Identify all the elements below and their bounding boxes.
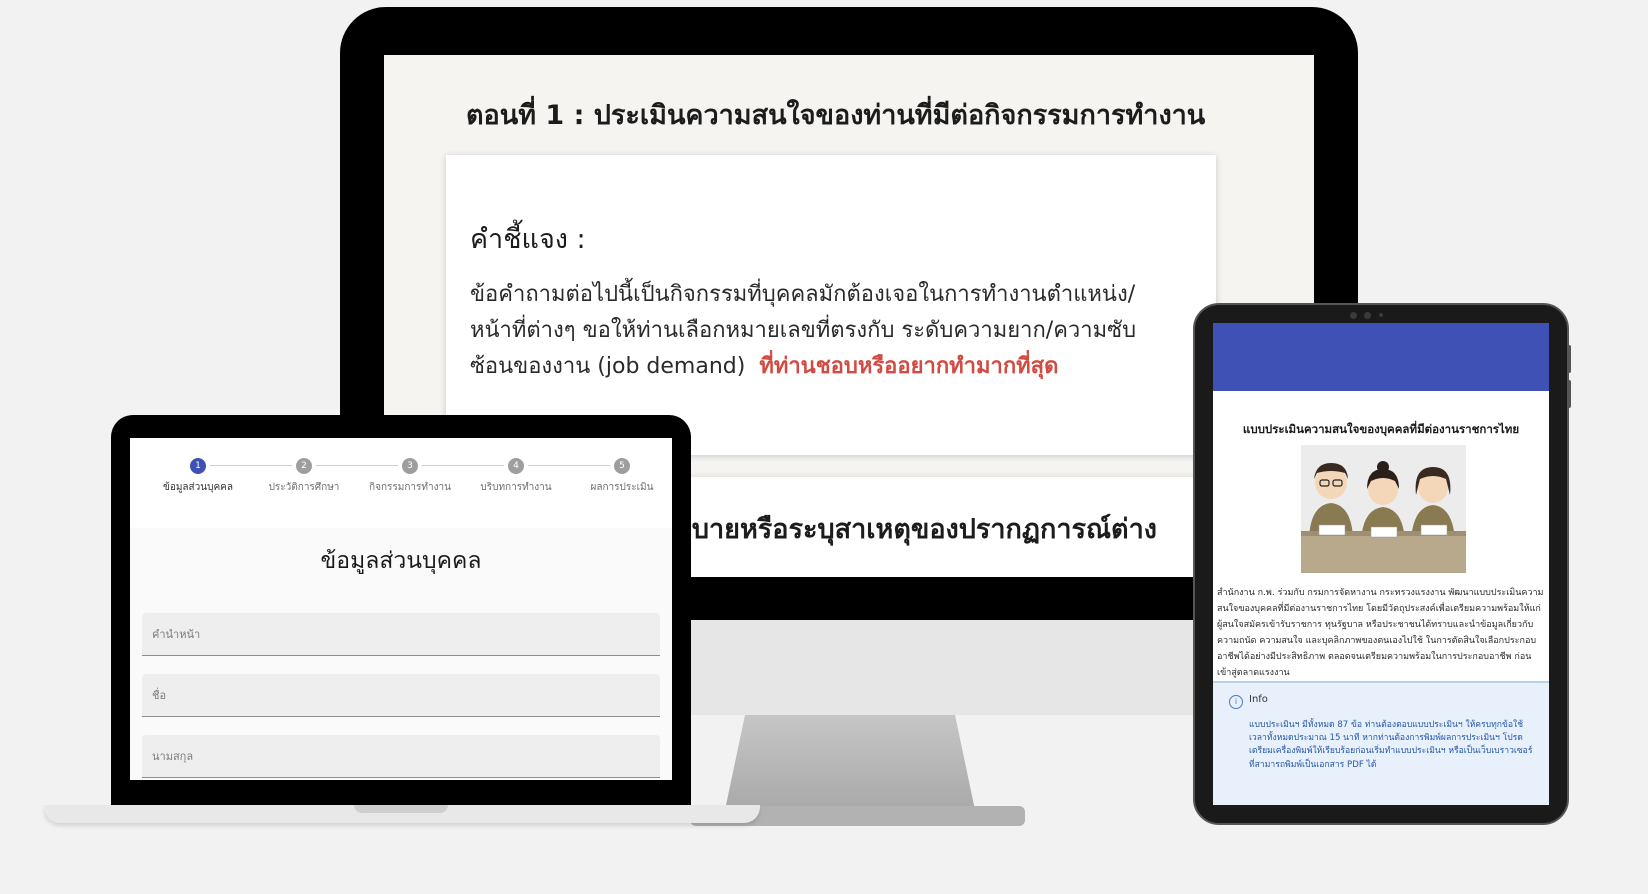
last-name-input[interactable] bbox=[142, 735, 660, 777]
info-box: i Info แบบประเมินฯ มีทั้งหมด 87 ข้อ ท่าน… bbox=[1213, 681, 1549, 805]
tablet-screen: แบบประเมินความสนใจของบุคคลที่มีต่องานราช… bbox=[1213, 323, 1549, 805]
info-text: แบบประเมินฯ มีทั้งหมด 87 ข้อ ท่านต้องตอบ… bbox=[1249, 720, 1533, 770]
laptop-notch bbox=[354, 805, 448, 813]
step-label: กิจกรรมการทำงาน bbox=[369, 482, 451, 493]
laptop-screen: 1 ข้อมูลส่วนบุคคล 2 ประวัติการศึกษา 3 กิ… bbox=[130, 438, 672, 780]
info-label: Info bbox=[1249, 694, 1268, 705]
assessment-description: สำนักงาน ก.พ. ร่วมกับ กรมการจัดหางาน กระ… bbox=[1217, 588, 1544, 678]
officials-illustration bbox=[1301, 445, 1466, 573]
first-name-field[interactable] bbox=[142, 674, 660, 717]
step-number: 3 bbox=[402, 458, 418, 474]
step-number: 1 bbox=[190, 458, 206, 474]
assessment-title: แบบประเมินความสนใจของบุคคลที่มีต่องานราช… bbox=[1242, 422, 1520, 436]
section-title: ตอนที่ 1 : ประเมินความสนใจของท่านที่มีต่… bbox=[466, 100, 1206, 131]
step-number: 5 bbox=[614, 458, 630, 474]
step-work-context[interactable]: 4 บริบทการทำงาน bbox=[466, 458, 566, 495]
instruction-card: คำชี้แจง : ข้อคำถามต่อไปนี้เป็นกิจกรรมที… bbox=[446, 155, 1216, 455]
step-personal-info[interactable]: 1 ข้อมูลส่วนบุคคล bbox=[148, 458, 248, 495]
step-label: ข้อมูลส่วนบุคคล bbox=[163, 482, 233, 493]
step-label: ประวัติการศึกษา bbox=[268, 482, 340, 493]
form-title: ข้อมูลส่วนบุคคล bbox=[320, 548, 482, 574]
monitor-stand bbox=[725, 715, 975, 810]
progress-stepper: 1 ข้อมูลส่วนบุคคล 2 ประวัติการศึกษา 3 กิ… bbox=[130, 438, 672, 528]
step-number: 4 bbox=[508, 458, 524, 474]
step-label: บริบทการทำงาน bbox=[480, 482, 552, 493]
tablet-camera bbox=[1364, 312, 1371, 319]
officials-illustration-svg bbox=[1301, 445, 1466, 573]
instruction-heading: คำชี้แจง : bbox=[470, 224, 586, 255]
step-number: 2 bbox=[296, 458, 312, 474]
tablet-side-button bbox=[1567, 380, 1571, 408]
question-text: งอธิบายหรือระบุสาเหตุของปรากฏการณ์ต่าง bbox=[646, 514, 1157, 545]
last-name-field[interactable] bbox=[142, 735, 660, 778]
instruction-text: ข้อคำถามต่อไปนี้เป็นกิจกรรมที่บุคคลมักต้… bbox=[470, 277, 1170, 385]
step-results[interactable]: 5 ผลการประเมิน bbox=[572, 458, 672, 495]
title-prefix-field[interactable] bbox=[142, 613, 660, 656]
app-bar bbox=[1213, 323, 1549, 391]
first-name-input[interactable] bbox=[142, 674, 660, 716]
step-label: ผลการประเมิน bbox=[590, 482, 654, 493]
info-icon: i bbox=[1229, 695, 1243, 709]
step-education[interactable]: 2 ประวัติการศึกษา bbox=[254, 458, 354, 495]
instruction-highlight: ที่ท่านชอบหรืออยากทำมากที่สุด bbox=[759, 354, 1059, 379]
step-work-activities[interactable]: 3 กิจกรรมการทำงาน bbox=[360, 458, 460, 495]
tablet-sensor bbox=[1379, 313, 1383, 317]
tablet-side-button bbox=[1567, 345, 1571, 373]
title-prefix-input[interactable] bbox=[142, 613, 660, 655]
tablet-camera bbox=[1350, 312, 1357, 319]
